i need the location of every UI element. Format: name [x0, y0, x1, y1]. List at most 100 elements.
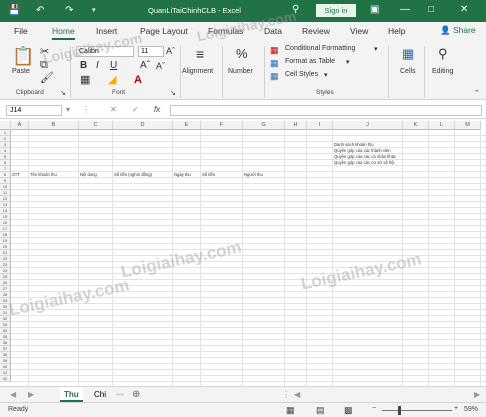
column-header-l[interactable]: L [429, 121, 455, 130]
page-break-view-icon[interactable]: ▩ [344, 405, 353, 416]
conditional-formatting-icon[interactable]: ▦ [270, 44, 279, 56]
bold-icon[interactable]: B [80, 60, 87, 72]
scroll-left-icon[interactable]: ◀ [6, 387, 20, 402]
cells-label[interactable]: Cells [400, 68, 416, 75]
zoom-slider[interactable] [382, 410, 452, 411]
alignment-icon[interactable]: ≡ [196, 47, 204, 61]
column-header-h[interactable]: H [285, 121, 307, 130]
tab-view[interactable]: View [350, 26, 368, 36]
maximize-icon[interactable]: □ [428, 4, 434, 16]
insert-function-icon[interactable]: fx [154, 105, 160, 114]
close-icon[interactable]: ✕ [460, 4, 468, 16]
tab-file[interactable]: File [14, 26, 28, 36]
cell-styles-icon[interactable]: ▦ [270, 70, 279, 82]
cell-j6[interactable]: Quyên góp của các cơ sở xã hội [334, 160, 394, 166]
name-box[interactable]: J14 [6, 105, 62, 116]
column-header-i[interactable]: I [307, 121, 333, 130]
increase-font-icon[interactable]: Aˆ [166, 45, 175, 57]
cell-a8[interactable]: STT [12, 172, 20, 178]
column-header-d[interactable]: D [113, 121, 173, 130]
hscroll-right-icon[interactable]: ▶ [470, 387, 484, 402]
column-header-k[interactable]: K [403, 121, 429, 130]
zoom-out-icon[interactable]: − [372, 405, 376, 412]
page-layout-view-icon[interactable]: ▤ [316, 405, 325, 416]
collapse-ribbon-icon[interactable]: ⌃ [474, 89, 480, 97]
column-header-f[interactable]: F [201, 121, 243, 130]
sheet-tab-thu[interactable]: Thu [60, 387, 83, 402]
cell-c8[interactable]: Nội dung [80, 172, 97, 178]
redo-icon[interactable]: ↷ [65, 5, 73, 17]
percent-icon[interactable]: % [236, 47, 248, 60]
increase-font-size-icon[interactable]: Aˆ [140, 60, 150, 72]
font-color-icon[interactable]: A [134, 74, 142, 86]
gridline [11, 243, 486, 244]
alignment-label[interactable]: Alignment [182, 68, 213, 75]
font-size-select[interactable]: 11 [138, 46, 164, 57]
zoom-level[interactable]: 59% [464, 406, 478, 413]
undo-icon[interactable]: ↶ [36, 5, 44, 17]
fill-color-icon[interactable]: ◢ [108, 74, 116, 86]
cell-g8[interactable]: Người thu [244, 172, 263, 178]
editing-label[interactable]: Editing [432, 68, 453, 75]
italic-icon[interactable]: I [96, 60, 99, 72]
clipboard-launcher-icon[interactable]: ↘ [60, 89, 66, 97]
column-header-c[interactable]: C [79, 121, 113, 130]
share-button[interactable]: 👤 Share [440, 25, 476, 36]
sheet-tab-chi[interactable]: Chi [90, 387, 110, 402]
row-header[interactable]: 42 [0, 376, 11, 382]
conditional-formatting-button[interactable]: Conditional Formatting [285, 45, 355, 52]
add-sheet-icon[interactable]: ⊕ [128, 387, 144, 402]
underline-icon[interactable]: U [110, 60, 117, 72]
cell-f8[interactable]: Số tiền [202, 172, 215, 178]
number-label[interactable]: Number [228, 68, 253, 75]
sign-in-button[interactable]: Sign in [316, 4, 356, 17]
decrease-font-size-icon[interactable]: Aˇ [156, 60, 165, 72]
enter-icon[interactable]: ✓ [132, 105, 139, 114]
hscroll-left-icon[interactable]: ◀ [290, 387, 304, 402]
formula-input[interactable] [170, 105, 482, 116]
tab-help[interactable]: Help [388, 26, 405, 36]
column-header-a[interactable]: A [11, 121, 29, 130]
gridline [242, 130, 243, 386]
borders-icon[interactable]: ▦ [80, 74, 90, 86]
paste-label[interactable]: Paste [12, 68, 30, 75]
zoom-in-icon[interactable]: + [454, 405, 458, 412]
tab-review[interactable]: Review [302, 26, 330, 36]
column-header-e[interactable]: E [173, 121, 201, 130]
column-header-m[interactable]: M [455, 121, 481, 130]
format-painter-icon[interactable]: 🖌 [40, 72, 54, 84]
column-header-j[interactable]: J [333, 121, 403, 130]
conditional-formatting-dropdown-icon[interactable]: ▾ [374, 45, 378, 53]
gridline [112, 130, 113, 386]
format-as-table-icon[interactable]: ▦ [270, 57, 279, 69]
format-as-table-button[interactable]: Format as Table [285, 58, 335, 65]
tab-page-layout[interactable]: Page Layout [140, 26, 188, 36]
cancel-icon[interactable]: ✕ [110, 105, 117, 114]
save-icon[interactable]: 💾 [8, 5, 20, 17]
cell-e8[interactable]: Ngày thu [174, 172, 191, 178]
normal-view-icon[interactable]: ▦ [286, 405, 295, 416]
cell-b8[interactable]: Tên khoản thu [30, 172, 57, 178]
cell-d8[interactable]: Số tiền (nghìn đồng) [114, 172, 152, 178]
cell-styles-button[interactable]: Cell Styles [285, 71, 318, 78]
gridline [11, 189, 486, 190]
column-header-b[interactable]: B [29, 121, 79, 130]
scroll-right-icon[interactable]: ▶ [24, 387, 38, 402]
font-launcher-icon[interactable]: ↘ [170, 89, 176, 97]
cells-icon[interactable]: ▦ [402, 47, 414, 60]
minimize-icon[interactable]: — [400, 4, 410, 16]
tab-home[interactable]: Home [52, 26, 75, 40]
find-icon[interactable]: ⚲ [438, 47, 448, 60]
sheet-options-icon[interactable]: ⋯ [112, 387, 128, 402]
ribbon-display-icon[interactable]: ▣ [370, 4, 379, 16]
select-all-corner[interactable] [0, 121, 11, 130]
zoom-slider-thumb[interactable] [398, 406, 401, 415]
customize-toolbar-icon[interactable]: ▾ [92, 5, 96, 17]
gridline [11, 315, 486, 316]
column-header-g[interactable]: G [243, 121, 285, 130]
name-box-dropdown-icon[interactable]: ▾ [66, 105, 70, 114]
cell-styles-dropdown-icon[interactable]: ▾ [324, 71, 328, 79]
format-as-table-dropdown-icon[interactable]: ▾ [346, 58, 350, 66]
paste-icon[interactable]: 📋 [12, 46, 34, 66]
gridline [306, 130, 307, 386]
